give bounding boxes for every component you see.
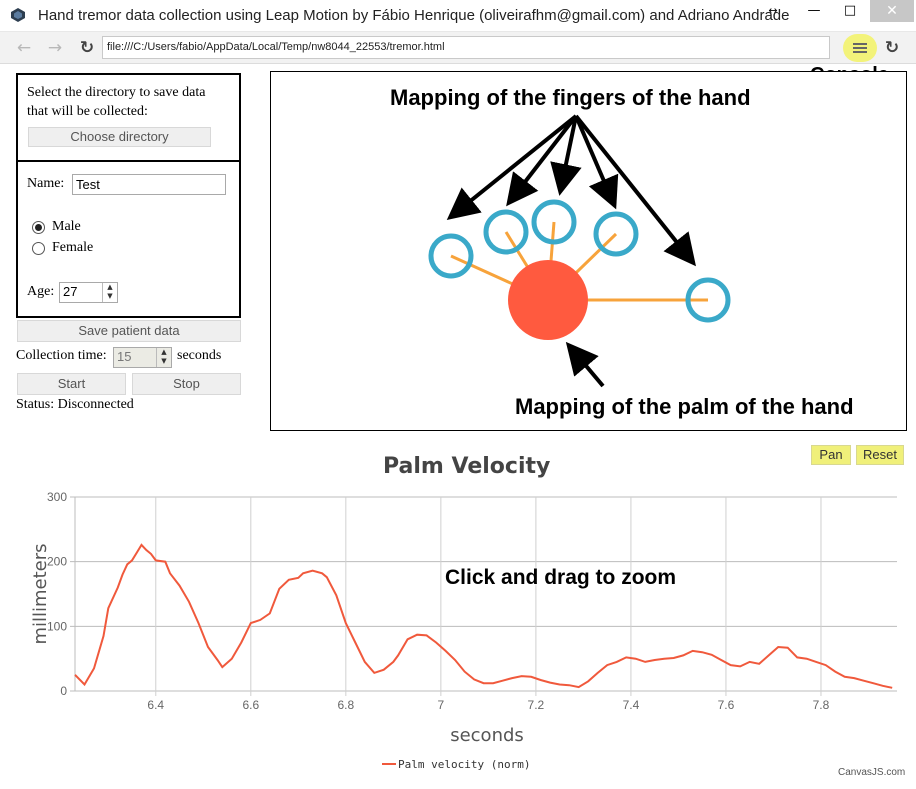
x-axis-label: seconds xyxy=(450,725,524,746)
x-tick-label: 6.4 xyxy=(147,698,164,712)
x-tick-label: 7 xyxy=(438,698,445,712)
y-tick-label: 0 xyxy=(60,684,67,698)
chart-grid xyxy=(70,496,897,696)
x-tick-label: 7.4 xyxy=(623,698,640,712)
x-tick-label: 7.8 xyxy=(813,698,830,712)
x-tick-label: 7.2 xyxy=(528,698,545,712)
y-tick-label: 300 xyxy=(47,490,67,504)
canvasjs-watermark: CanvasJS.com xyxy=(838,767,906,778)
x-tick-label: 6.6 xyxy=(242,698,259,712)
x-tick-label: 7.6 xyxy=(718,698,735,712)
velocity-chart[interactable]: 01002003006.4 6.6 6.8 7 7.2 7.4 7.6 7.8 millime… xyxy=(0,0,916,789)
legend-label[interactable]: Palm velocity (norm) xyxy=(398,758,530,771)
x-tick-label: 6.8 xyxy=(337,698,354,712)
y-axis-label: millimeters xyxy=(30,543,51,644)
zoom-hint: Click and drag to zoom xyxy=(445,566,677,589)
chart-ticks: 01002003006.4 6.6 6.8 7 7.2 7.4 7.6 7.8 xyxy=(47,490,830,712)
